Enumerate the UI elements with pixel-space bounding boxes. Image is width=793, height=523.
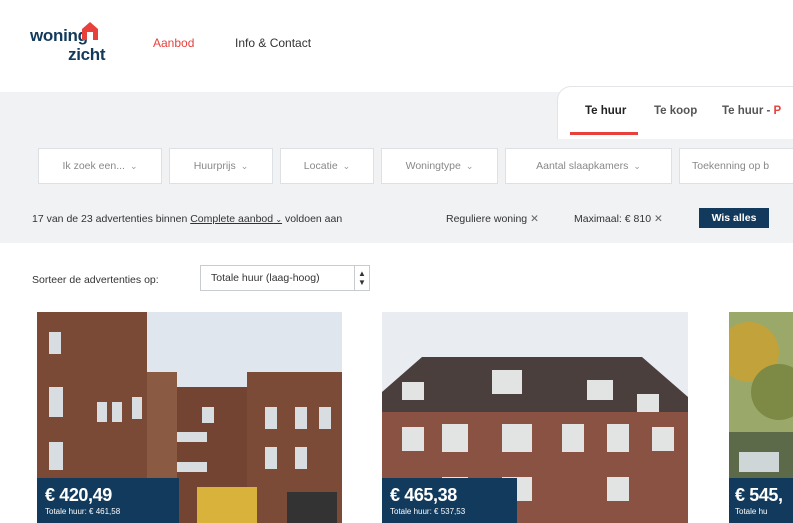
- listing-total-rent: Totale hu: [735, 507, 768, 516]
- active-tab-indicator: [570, 132, 638, 135]
- price-box: € 420,49 Totale huur: € 461,58: [37, 478, 179, 523]
- chip-label: Reguliere woning: [446, 213, 528, 225]
- listing-card[interactable]: € 465,38 Totale huur: € 537,53: [382, 312, 688, 523]
- price-box: € 545, Totale hu: [729, 478, 793, 523]
- filter-label: Aantal slaapkamers: [536, 160, 629, 172]
- listing-total-rent: Totale huur: € 537,53: [390, 507, 466, 516]
- sort-select[interactable]: Totale huur (laag-hoog) ▲ ▼: [200, 265, 370, 291]
- listing-total-rent: Totale huur: € 461,58: [45, 507, 121, 516]
- filter-huurprijs[interactable]: Huurprijs ⌄: [169, 148, 273, 184]
- filter-label: Ik zoek een...: [62, 160, 125, 172]
- summary-suffix: voldoen aan: [282, 213, 343, 225]
- filter-label: Toekenning op b: [692, 160, 770, 172]
- chevron-down-icon: ⌄: [633, 160, 641, 171]
- nav-link-info-contact[interactable]: Info & Contact: [235, 36, 311, 50]
- tab-te-huur[interactable]: Te huur: [585, 105, 626, 117]
- listing-price: € 465,38: [390, 485, 457, 505]
- price-box: € 465,38 Totale huur: € 537,53: [382, 478, 517, 523]
- listing-card[interactable]: € 420,49 Totale huur: € 461,58: [37, 312, 342, 523]
- chevron-down-icon: ⌄: [273, 215, 283, 224]
- chip-label: Maximaal: € 810: [574, 213, 652, 225]
- tab-te-huur-p-label: Te huur -: [722, 105, 774, 117]
- chevron-down-icon: ⌄: [240, 160, 249, 171]
- filter-label: Woningtype: [405, 160, 461, 172]
- listing-card[interactable]: € 545, Totale hu: [729, 312, 793, 523]
- aanbod-scope-dropdown[interactable]: Complete aanbod ⌄: [190, 213, 282, 225]
- filter-label: Locatie: [303, 160, 338, 172]
- sort-label: Sorteer de advertenties op:: [32, 274, 159, 286]
- scope-label: Complete aanbod: [190, 213, 274, 225]
- chevron-down-icon: ⌄: [129, 160, 138, 171]
- listing-price: € 545,: [735, 485, 783, 505]
- tab-te-huur-p-suffix: P: [773, 105, 782, 117]
- summary-prefix: 17 van de 23 advertenties binnen: [32, 213, 191, 225]
- close-icon[interactable]: ✕: [654, 213, 663, 225]
- chevron-down-icon: ⌄: [342, 160, 351, 171]
- house-logo-icon: [82, 22, 98, 40]
- filter-label: Huurprijs: [193, 160, 236, 172]
- sort-selected-value: Totale huur (laag-hoog): [211, 272, 320, 284]
- tab-te-koop[interactable]: Te koop: [654, 105, 697, 117]
- filter-chip-reguliere-woning[interactable]: Reguliere woning ✕: [446, 213, 539, 225]
- nav-link-aanbod[interactable]: Aanbod: [153, 36, 194, 50]
- filter-aantal-slaapkamers[interactable]: Aantal slaapkamers ⌄: [505, 148, 672, 184]
- filter-woningtype[interactable]: Woningtype ⌄: [381, 148, 498, 184]
- chevron-down-icon: ⌄: [465, 160, 474, 171]
- close-icon[interactable]: ✕: [530, 213, 539, 225]
- logo-text-line2: zicht: [68, 45, 106, 64]
- filter-ik-zoek-een[interactable]: Ik zoek een... ⌄: [38, 148, 162, 184]
- filter-locatie[interactable]: Locatie ⌄: [280, 148, 374, 184]
- listing-price: € 420,49: [45, 485, 112, 505]
- clear-filters-button[interactable]: Wis alles: [699, 208, 769, 228]
- woningzicht-logo[interactable]: woning zicht: [30, 20, 120, 72]
- filter-toekenning[interactable]: Toekenning op b: [679, 148, 793, 184]
- site-header: woning zicht Aanbod Info & Contact: [0, 0, 793, 92]
- results-summary: 17 van de 23 advertenties binnen Complet…: [32, 213, 342, 225]
- tab-te-huur-p[interactable]: Te huur - P: [722, 105, 781, 117]
- select-arrows-icon: ▲ ▼: [354, 266, 369, 290]
- filter-chip-maximaal[interactable]: Maximaal: € 810 ✕: [574, 213, 663, 225]
